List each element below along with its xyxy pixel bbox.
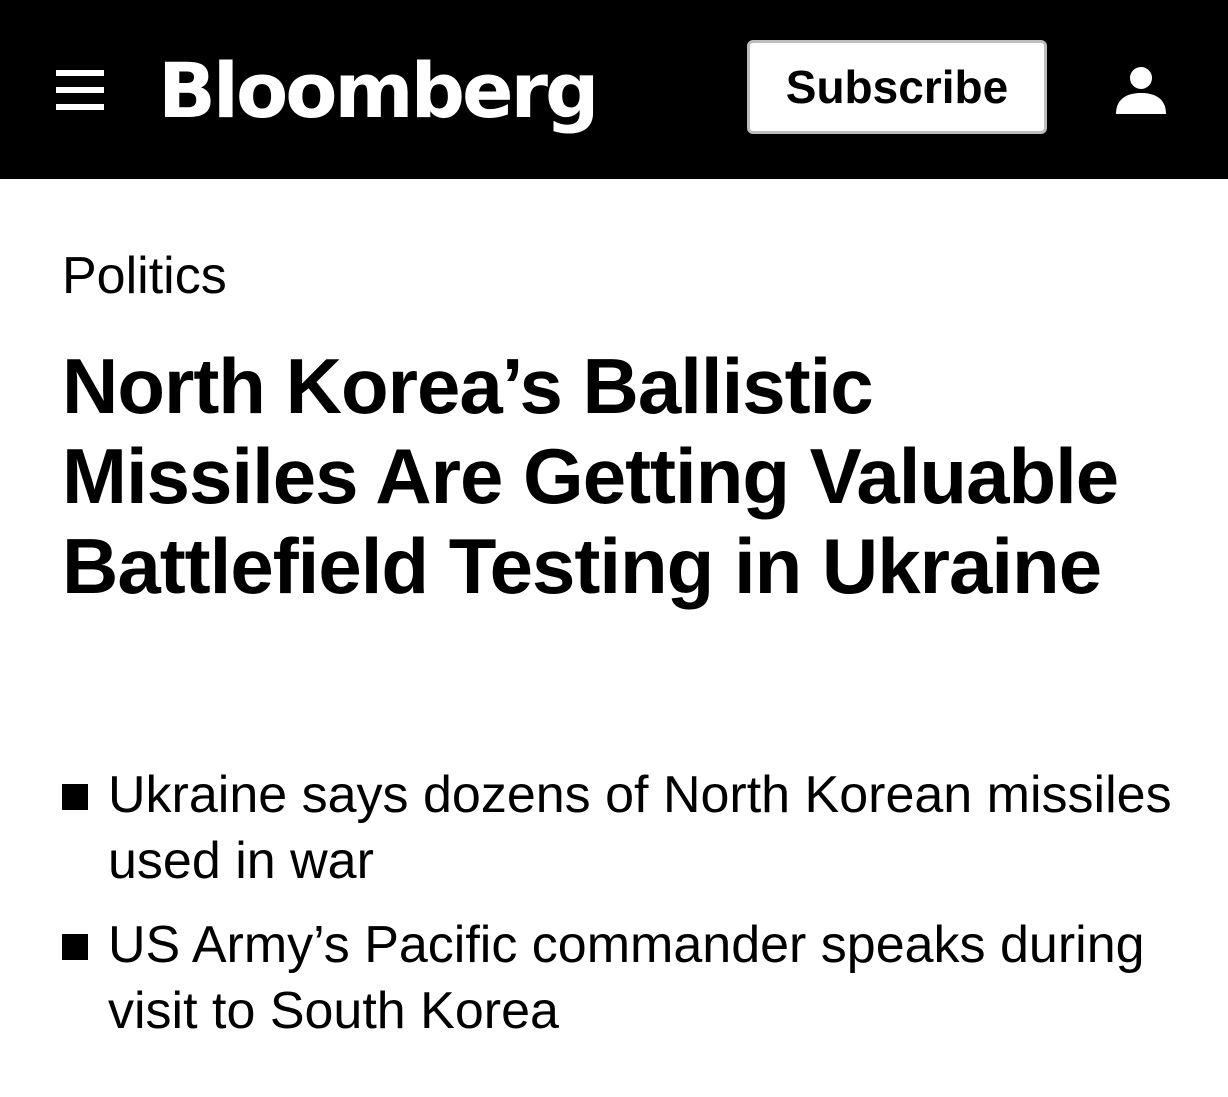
summary-bullet-text: Ukraine says dozens of North Korean miss…: [108, 766, 1172, 890]
user-icon-graphic: [1116, 67, 1166, 114]
article-summary-list: Ukraine says dozens of North Korean miss…: [62, 762, 1182, 1062]
subscribe-button[interactable]: Subscribe: [747, 40, 1047, 134]
page: Bloomberg Subscribe Politics North Korea…: [0, 0, 1228, 1097]
summary-bullet-text: US Army’s Pacific commander speaks durin…: [108, 916, 1145, 1040]
article-category[interactable]: Politics: [62, 244, 227, 308]
summary-bullet: Ukraine says dozens of North Korean miss…: [62, 762, 1182, 894]
menu-line: [56, 70, 104, 76]
menu-line: [56, 104, 104, 110]
summary-bullet: US Army’s Pacific commander speaks durin…: [62, 912, 1182, 1044]
user-icon[interactable]: [1114, 64, 1168, 118]
bullet-square-icon: [62, 934, 88, 960]
bullet-square-icon: [62, 784, 88, 810]
bloomberg-logo[interactable]: Bloomberg: [158, 36, 599, 146]
site-header: Bloomberg Subscribe: [0, 0, 1228, 179]
article-headline: North Korea’s Ballistic Missiles Are Get…: [62, 342, 1119, 610]
hamburger-menu-icon[interactable]: [56, 68, 106, 114]
menu-line: [56, 87, 104, 93]
